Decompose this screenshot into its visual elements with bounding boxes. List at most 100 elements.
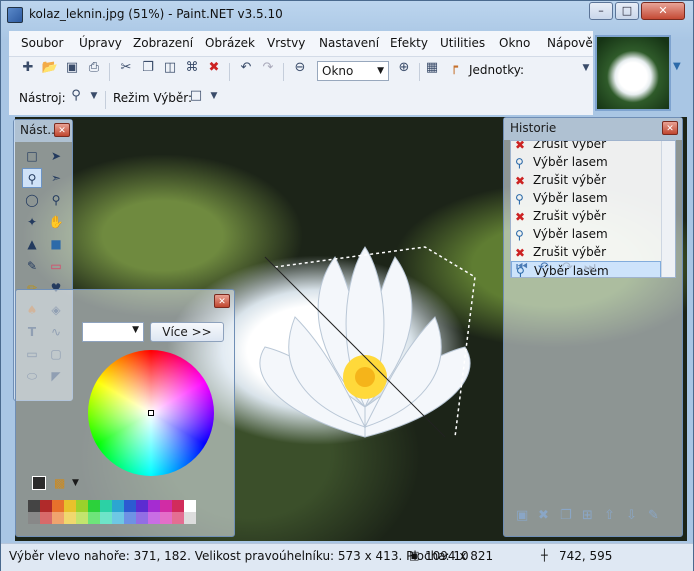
history-scrollbar[interactable]	[661, 141, 675, 277]
menu-napoveda[interactable]: Nápově	[547, 36, 593, 50]
history-item[interactable]: ⚲ Výběr lasem	[511, 225, 661, 243]
palette-swatch[interactable]	[64, 500, 76, 512]
palette-swatch[interactable]	[172, 500, 184, 512]
menu-upravy[interactable]: Úpravy	[79, 36, 122, 50]
palette-swatch[interactable]	[160, 512, 172, 524]
color-wheel-marker[interactable]	[148, 410, 154, 416]
selection-mode-icon[interactable]: □	[187, 87, 205, 105]
palette-swatch[interactable]	[52, 500, 64, 512]
add-layer-icon[interactable]: ▣	[516, 508, 528, 523]
duplicate-layer-icon[interactable]: ❐	[560, 508, 572, 523]
palette-dropdown-icon[interactable]: ▼	[72, 478, 79, 488]
history-item[interactable]: ✖ Zrušit výběr	[511, 207, 661, 225]
units-dropdown-icon[interactable]: ▼	[577, 59, 595, 77]
menu-obrazek[interactable]: Obrázek	[205, 36, 255, 50]
save-icon[interactable]: ▣	[63, 59, 81, 77]
grid-icon[interactable]: ▦	[423, 59, 441, 77]
zoom-tool-icon[interactable]: ⚲	[46, 190, 66, 210]
paste-icon[interactable]: ◫	[161, 59, 179, 77]
gradient-tool-icon[interactable]: ■	[46, 234, 66, 254]
palette-swatch[interactable]	[124, 500, 136, 512]
thumbnail-scroll-icon[interactable]: ▼	[673, 61, 681, 72]
minimize-button[interactable]: –	[589, 2, 613, 20]
palette-swatch[interactable]	[52, 512, 64, 524]
zoom-out-icon[interactable]: ⊖	[291, 59, 309, 77]
maximize-button[interactable]: □	[615, 2, 639, 20]
rectangle-select-tool-icon[interactable]: □	[22, 146, 42, 166]
palette-swatch[interactable]	[136, 512, 148, 524]
zoom-combo[interactable]: Okno ▼	[317, 61, 389, 81]
history-item[interactable]: ✖ Zrušit výběr	[511, 141, 661, 153]
pan-tool-icon[interactable]: ✋	[46, 212, 66, 232]
palette-swatch[interactable]	[28, 500, 40, 512]
menu-soubor[interactable]: Soubor	[21, 36, 63, 50]
palette-swatch[interactable]	[148, 512, 160, 524]
cut-icon[interactable]: ✂	[117, 59, 135, 77]
history-first-icon[interactable]: ⏮	[516, 260, 528, 275]
history-panel-close-icon[interactable]: ✕	[662, 121, 678, 135]
eraser-tool-icon[interactable]: ▭	[46, 256, 66, 276]
ruler-icon[interactable]: ┍	[445, 59, 463, 77]
deselect-icon[interactable]: ✖	[205, 59, 223, 77]
color-mode-dropdown[interactable]: ▼	[82, 322, 144, 342]
palette-swatch[interactable]	[76, 500, 88, 512]
magic-wand-tool-icon[interactable]: ✦	[22, 212, 42, 232]
open-folder-icon[interactable]: 📂	[41, 59, 59, 77]
menu-efekty[interactable]: Efekty	[390, 36, 428, 50]
palette-swatch[interactable]	[124, 512, 136, 524]
palette-swatch[interactable]	[88, 500, 100, 512]
layer-properties-icon[interactable]: ✎	[648, 508, 659, 523]
palette-swatch[interactable]	[184, 512, 196, 524]
lasso-tool-icon[interactable]: ⚲	[67, 87, 85, 105]
undo-icon[interactable]: ↶	[237, 59, 255, 77]
palette-swatch[interactable]	[64, 512, 76, 524]
print-icon[interactable]: ⎙	[85, 59, 103, 77]
history-redo-icon[interactable]: ↷	[562, 260, 573, 275]
selection-mode-dropdown-icon[interactable]: ▼	[205, 87, 223, 105]
palette-swatch[interactable]	[184, 500, 196, 512]
history-last-icon[interactable]: ⏭	[584, 260, 596, 275]
delete-layer-icon[interactable]: ✖	[538, 508, 549, 523]
menu-vrstvy[interactable]: Vrstvy	[267, 36, 305, 50]
image-thumbnail[interactable]	[595, 35, 671, 111]
color-swap-icon[interactable]: ▩	[54, 476, 65, 490]
palette-swatch[interactable]	[76, 512, 88, 524]
move-selection-tool-icon[interactable]: ➤	[46, 146, 66, 166]
menu-okno[interactable]: Okno	[499, 36, 530, 50]
palette-swatch[interactable]	[160, 500, 172, 512]
menu-nastaveni[interactable]: Nastavení	[319, 36, 379, 50]
close-button[interactable]: ✕	[641, 2, 685, 20]
palette-swatch[interactable]	[172, 512, 184, 524]
history-undo-icon[interactable]: ↶	[538, 260, 549, 275]
new-file-icon[interactable]: ✚	[19, 59, 37, 77]
crop-icon[interactable]: ⌘	[183, 59, 201, 77]
palette-swatch[interactable]	[100, 512, 112, 524]
redo-icon[interactable]: ↷	[259, 59, 277, 77]
move-selection-outline-tool-icon[interactable]: ➣	[46, 168, 66, 188]
palette-swatch[interactable]	[148, 500, 160, 512]
palette-swatch[interactable]	[112, 500, 124, 512]
menu-utilities[interactable]: Utilities	[440, 36, 485, 50]
palette-swatch[interactable]	[112, 512, 124, 524]
palette-swatch[interactable]	[28, 512, 40, 524]
menu-zobrazeni[interactable]: Zobrazení	[133, 36, 193, 50]
more-colors-button[interactable]: Více >>	[150, 322, 224, 342]
merge-layer-icon[interactable]: ⊞	[582, 508, 593, 523]
palette-swatch[interactable]	[100, 500, 112, 512]
zoom-in-icon[interactable]: ⊕	[395, 59, 413, 77]
copy-icon[interactable]: ❐	[139, 59, 157, 77]
history-item[interactable]: ⚲ Výběr lasem	[511, 189, 661, 207]
history-item[interactable]: ⚲ Výběr lasem	[511, 153, 661, 171]
palette-swatch[interactable]	[88, 512, 100, 524]
paintbrush-tool-icon[interactable]: ✎	[22, 256, 42, 276]
palette-swatch[interactable]	[136, 500, 148, 512]
tools-panel-close-icon[interactable]: ✕	[54, 123, 70, 137]
palette-swatch[interactable]	[40, 512, 52, 524]
palette-swatch[interactable]	[40, 500, 52, 512]
colors-panel-close-icon[interactable]: ✕	[214, 294, 230, 308]
lasso-select-tool-icon[interactable]: ⚲	[22, 168, 42, 188]
move-layer-up-icon[interactable]: ⇧	[604, 508, 615, 523]
ellipse-select-tool-icon[interactable]: ◯	[22, 190, 42, 210]
tool-dropdown-icon[interactable]: ▼	[85, 87, 103, 105]
primary-color-swatch[interactable]	[32, 476, 46, 490]
